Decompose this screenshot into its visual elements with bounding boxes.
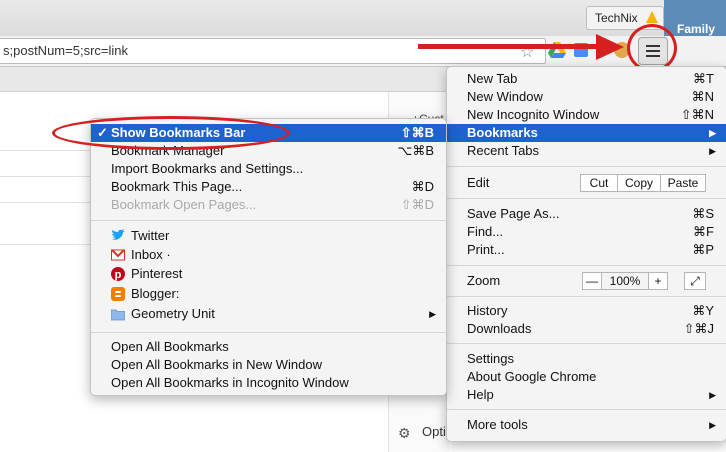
menu-item-more-tools[interactable]: More tools ▶ <box>447 416 726 434</box>
menu-item-history[interactable]: History ⌘Y <box>447 302 726 320</box>
menu-separator <box>447 296 726 297</box>
blogger-icon <box>111 287 125 301</box>
gmail-icon <box>111 249 125 261</box>
menu-item-open-all-bookmarks[interactable]: Open All Bookmarks <box>91 338 446 356</box>
menu-item-print[interactable]: Print... ⌘P <box>447 241 726 259</box>
menu-item-bookmarks[interactable]: Bookmarks ▶ <box>447 124 726 142</box>
zoom-out-button[interactable]: — <box>582 272 602 290</box>
bookmark-twitter[interactable]: Twitter <box>91 227 446 245</box>
menu-item-find[interactable]: Find... ⌘F <box>447 223 726 241</box>
zoom-in-button[interactable]: + <box>648 272 668 290</box>
profile-name: TechNix <box>595 11 638 25</box>
annotation-circle <box>627 24 677 72</box>
menu-item-new-window[interactable]: New Window ⌘N <box>447 88 726 106</box>
menu-item-downloads[interactable]: Downloads ⇧⌘J <box>447 320 726 338</box>
menu-item-bookmark-open-pages: Bookmark Open Pages... ⇧⌘D <box>111 197 434 212</box>
submenu-arrow-icon: ▶ <box>429 309 436 319</box>
fullscreen-icon[interactable]: ⤢ <box>684 272 706 290</box>
menu-item-open-all-new-window[interactable]: Open All Bookmarks in New Window <box>91 356 446 374</box>
menu-item-settings[interactable]: Settings <box>447 350 726 368</box>
address-bar[interactable]: s;postNum=5;src=link <box>0 38 546 64</box>
annotation-ellipse <box>52 116 290 150</box>
menu-item-recent-tabs[interactable]: Recent Tabs ▶ <box>447 142 726 160</box>
menu-item-help[interactable]: Help ▶ <box>447 386 726 404</box>
bookmark-pinterest[interactable]: p Pinterest <box>91 265 446 283</box>
submenu-arrow-icon: ▶ <box>709 146 716 156</box>
menu-item-import-bookmarks[interactable]: Import Bookmarks and Settings... <box>91 160 446 178</box>
svg-text:p: p <box>115 269 122 281</box>
menu-item-open-all-incognito[interactable]: Open All Bookmarks in Incognito Window <box>91 374 446 392</box>
menu-item-save-page-as[interactable]: Save Page As... ⌘S <box>447 205 726 223</box>
page-options-link[interactable]: Opti <box>422 424 446 439</box>
bookmark-folder-geometry-unit[interactable]: Geometry Unit ▶ <box>91 305 446 323</box>
menu-item-bookmark-this-page[interactable]: Bookmark This Page... ⌘D <box>91 178 446 196</box>
menu-item-about-chrome[interactable]: About Google Chrome <box>447 368 726 386</box>
chrome-main-menu: New Tab ⌘T New Window ⌘N New Incognito W… <box>446 66 726 442</box>
menu-separator <box>447 343 726 344</box>
folder-icon <box>111 309 125 321</box>
zoom-level: 100% <box>601 272 649 290</box>
paste-button[interactable]: Paste <box>660 174 706 192</box>
annotation-arrow <box>418 44 598 49</box>
menu-separator <box>447 265 726 266</box>
twitter-icon <box>112 229 125 240</box>
bookmarks-submenu: ✓ Show Bookmarks Bar ⇧⌘B Bookmark Manage… <box>90 118 447 396</box>
annotation-arrow-head <box>596 34 624 60</box>
submenu-arrow-icon: ▶ <box>709 390 716 400</box>
submenu-arrow-icon: ▶ <box>709 128 716 138</box>
cut-button[interactable]: Cut <box>580 174 618 192</box>
warning-icon <box>646 11 658 23</box>
menu-separator <box>91 220 446 221</box>
gear-icon[interactable]: ⚙ <box>398 425 411 442</box>
bookmark-inbox[interactable]: Inbox · <box>91 246 446 264</box>
menu-separator <box>91 332 446 333</box>
bookmark-blogger[interactable]: Blogger: <box>91 285 446 303</box>
pinterest-icon: p <box>111 267 125 281</box>
menu-separator <box>447 409 726 410</box>
menu-separator <box>447 198 726 199</box>
menu-item-new-incognito-window[interactable]: New Incognito Window ⇧⌘N <box>447 106 726 124</box>
menu-item-new-tab[interactable]: New Tab ⌘T <box>447 70 726 88</box>
submenu-arrow-icon: ▶ <box>709 420 716 430</box>
copy-button[interactable]: Copy <box>617 174 661 192</box>
menu-separator <box>447 166 726 167</box>
